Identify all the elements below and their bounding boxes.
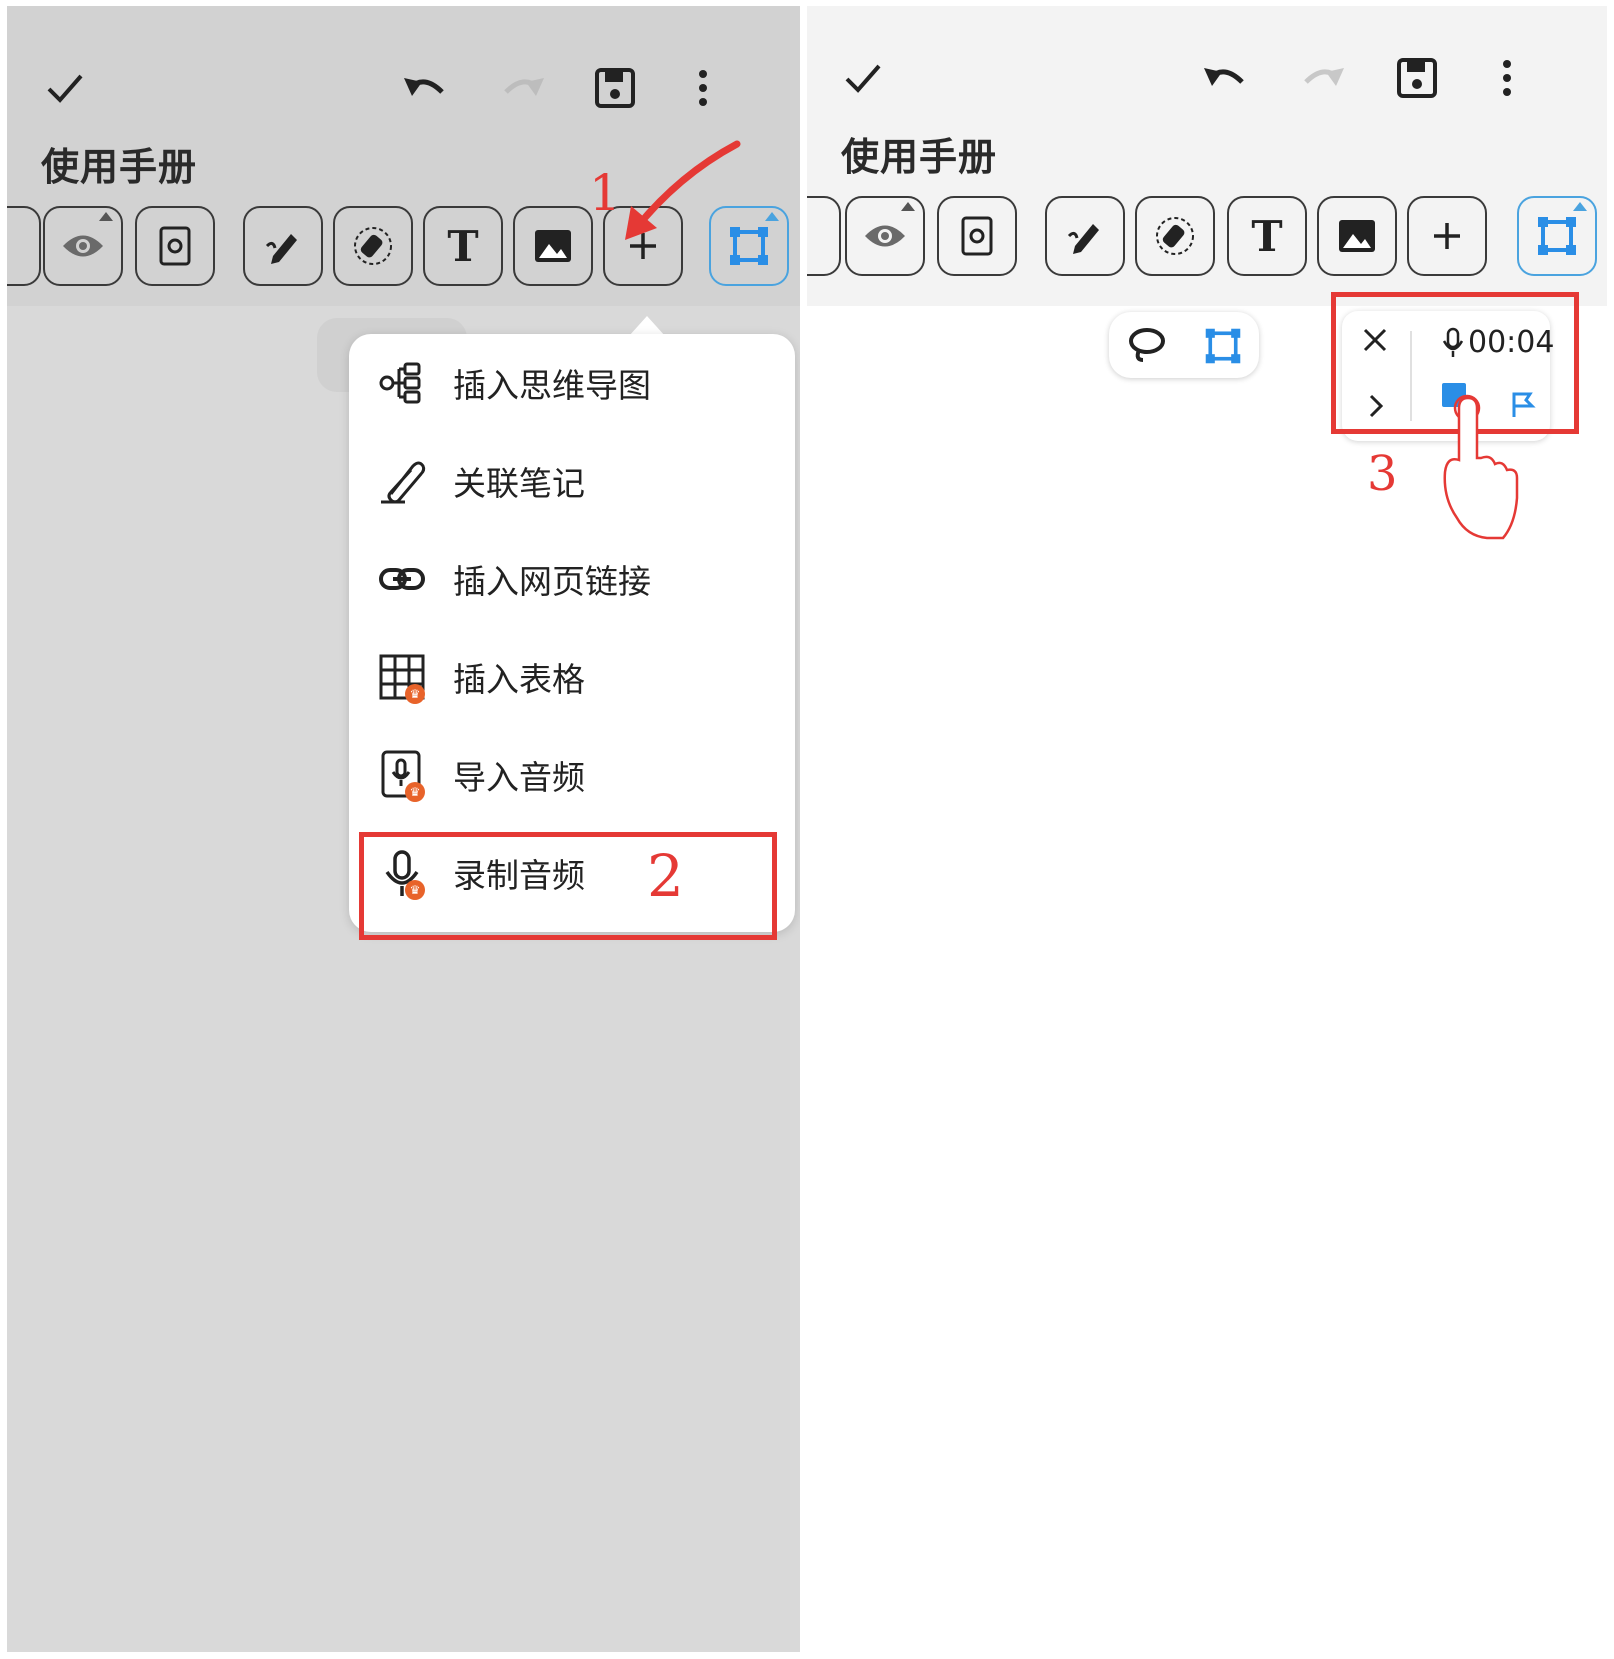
redo-icon: [1295, 50, 1351, 106]
tool-pen[interactable]: [243, 206, 323, 286]
tool-add[interactable]: [1407, 196, 1487, 276]
top-toolbar-area: 使用手册 T: [807, 6, 1607, 306]
tool-eraser[interactable]: [1135, 196, 1215, 276]
tool-page-settings[interactable]: [937, 196, 1017, 276]
redo-icon: [495, 60, 551, 116]
undo-icon[interactable]: [1197, 50, 1253, 106]
floating-tools-pill: [1109, 312, 1259, 378]
more-vertical-icon[interactable]: [675, 60, 731, 116]
check-icon[interactable]: [835, 50, 891, 106]
highlight-box-record-audio: [359, 832, 777, 940]
pen-icon: [265, 234, 297, 264]
step-3-label: 3: [1367, 446, 1398, 502]
check-icon[interactable]: [37, 60, 93, 116]
text-icon: T: [447, 221, 479, 271]
pen-icon: [1067, 224, 1099, 254]
menu-item-label: 插入网页链接: [453, 562, 651, 601]
save-icon[interactable]: [587, 60, 643, 116]
selection-box-icon: [1538, 217, 1576, 255]
arrow-annotation: [625, 140, 741, 240]
menu-item-label: 插入表格: [453, 660, 585, 699]
eye-icon: [63, 235, 103, 257]
tool-image[interactable]: [513, 206, 593, 286]
page-title: 使用手册: [841, 135, 998, 179]
submenu-indicator: [99, 212, 113, 221]
image-icon: [535, 230, 571, 262]
menu-item-web-link[interactable]: 插入网页链接: [349, 530, 795, 628]
eraser-icon: [1156, 217, 1194, 255]
submenu-indicator: [1573, 202, 1587, 211]
more-vertical-icon[interactable]: [1479, 50, 1535, 106]
submenu-indicator: [765, 212, 779, 221]
tap-hand-icon: [1443, 394, 1519, 540]
page-settings-icon: [159, 226, 191, 266]
menu-item-label: 导入音频: [453, 758, 585, 797]
eraser-icon: [354, 227, 392, 265]
mindmap-icon: [379, 362, 421, 404]
menu-pointer: [629, 316, 665, 336]
link-icon: [379, 568, 425, 590]
tool-eraser[interactable]: [333, 206, 413, 286]
tool-pen[interactable]: [1045, 196, 1125, 276]
lasso-icon[interactable]: [1127, 326, 1167, 364]
menu-item-mindmap[interactable]: 插入思维导图: [349, 334, 795, 432]
tool-selection-box[interactable]: [1517, 196, 1597, 276]
eye-icon: [865, 225, 905, 247]
tool-read-mode[interactable]: [845, 196, 925, 276]
tool-partial[interactable]: [807, 196, 841, 276]
right-screenshot: 使用手册 T 00:04 3: [807, 6, 1607, 1652]
tool-partial[interactable]: [7, 206, 41, 286]
page-title: 使用手册: [41, 145, 198, 189]
tool-page-settings[interactable]: [135, 206, 215, 286]
premium-crown-icon: ♛: [405, 684, 425, 704]
tool-image[interactable]: [1317, 196, 1397, 276]
left-screenshot: 使用手册 T 1 插入思维导图 关联笔记 插入网页链接 ♛ 插入表格 ♛ 导入音…: [7, 6, 800, 1652]
undo-icon[interactable]: [397, 60, 453, 116]
page-settings-icon: [961, 216, 993, 256]
paperclip-icon: [381, 461, 426, 504]
menu-item-import-audio[interactable]: ♛ 导入音频: [349, 726, 795, 824]
tool-read-mode[interactable]: [43, 206, 123, 286]
premium-crown-icon: ♛: [405, 782, 425, 802]
submenu-indicator: [901, 202, 915, 211]
tool-text[interactable]: T: [1227, 196, 1307, 276]
menu-item-label: 关联笔记: [453, 464, 585, 503]
image-icon: [1339, 220, 1375, 252]
selection-box-icon[interactable]: [1203, 326, 1243, 366]
menu-item-table[interactable]: ♛ 插入表格: [349, 628, 795, 726]
save-icon[interactable]: [1389, 50, 1445, 106]
step-2-label: 2: [647, 842, 684, 910]
tool-text[interactable]: T: [423, 206, 503, 286]
add-icon: [1434, 223, 1460, 249]
text-icon: T: [1251, 211, 1283, 261]
menu-item-label: 插入思维导图: [453, 366, 651, 405]
menu-item-link-note[interactable]: 关联笔记: [349, 432, 795, 530]
